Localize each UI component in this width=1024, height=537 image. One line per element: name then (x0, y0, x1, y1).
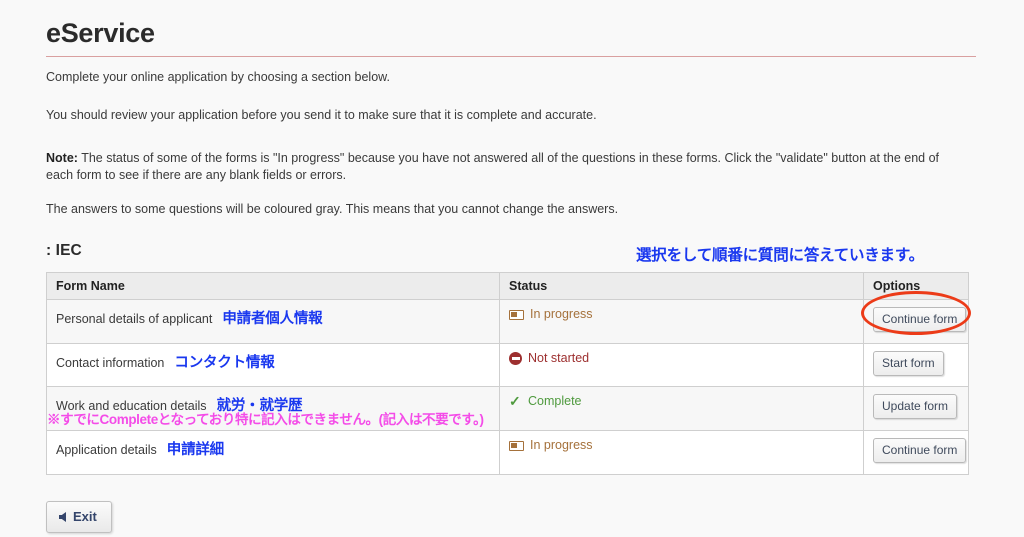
form-name-en: Contact information (56, 356, 165, 370)
form-name-en: Application details (56, 443, 157, 457)
form-name-en: Personal details of applicant (56, 312, 213, 326)
form-name-jp: 申請者個人情報 (222, 311, 323, 327)
column-header-form-name: Form Name (46, 272, 500, 300)
form-status-cell: In progress (499, 299, 864, 344)
form-name-jp: 申請詳細 (166, 442, 224, 458)
progress-bar-icon (509, 440, 524, 451)
page-title: eService (46, 18, 155, 48)
forms-table: Form Name Status Options Personal detail… (46, 272, 969, 475)
form-name-cell: Application details 申請詳細 (46, 430, 500, 475)
exit-button-label: Exit (73, 509, 97, 524)
status-badge: In progress (530, 438, 593, 452)
table-row: Work and education details 就労・就学歴 ※すでにCom… (46, 386, 969, 431)
table-header-row: Form Name Status Options (46, 272, 969, 300)
table-row: Application details 申請詳細 In progress Cont… (46, 430, 969, 475)
status-badge: Not started (528, 351, 590, 365)
form-options-cell: Continue form (863, 299, 969, 344)
annotation-blue-instruction: 選択をして順番に質問に答えていきます。 (636, 247, 924, 264)
form-name-jp: コンタクト情報 (174, 355, 275, 371)
page-content: eService Complete your online applicatio… (46, 0, 976, 533)
exit-button[interactable]: Exit (46, 501, 112, 533)
table-row: Personal details of applicant 申請者個人情報 In … (46, 299, 969, 344)
form-name-cell: Personal details of applicant 申請者個人情報 (46, 299, 500, 344)
form-options-cell: Continue form (863, 430, 969, 475)
column-header-options: Options (863, 272, 969, 300)
intro-note: Note: The status of some of the forms is… (46, 150, 964, 184)
table-row: Contact information コンタクト情報 Not started S… (46, 343, 969, 387)
intro-line-4: The answers to some questions will be co… (46, 202, 619, 216)
note-body: The status of some of the forms is "In p… (46, 151, 940, 182)
update-form-button[interactable]: Update form (873, 394, 958, 419)
annotation-pink-note: ※すでにCompleteとなっており特に記入はできません。(記入は不要です。) (47, 412, 484, 427)
footer-actions: Exit (46, 501, 976, 533)
note-label: Note: (46, 151, 78, 165)
form-status-cell: Not started (499, 343, 864, 387)
form-options-cell: Start form (863, 343, 969, 387)
form-name-cell: Contact information コンタクト情報 (46, 343, 500, 387)
arrow-left-icon (59, 511, 66, 522)
intro-line-2: You should review your application befor… (46, 108, 597, 122)
start-form-button[interactable]: Start form (873, 351, 944, 376)
form-options-cell: Update form (863, 386, 969, 431)
continue-form-button[interactable]: Continue form (873, 307, 967, 332)
form-status-cell: In progress (499, 430, 864, 475)
column-header-status: Status (499, 272, 864, 300)
continue-form-button[interactable]: Continue form (873, 438, 967, 463)
form-status-cell: ✓ Complete (499, 386, 864, 431)
intro-line-1: Complete your online application by choo… (46, 70, 390, 84)
form-name-cell: Work and education details 就労・就学歴 ※すでにCom… (46, 386, 500, 431)
status-badge: Complete (528, 394, 582, 408)
progress-bar-icon (509, 309, 524, 320)
no-entry-icon (509, 352, 522, 365)
page-root: eService Complete your online applicatio… (0, 0, 1024, 537)
title-divider (46, 56, 976, 57)
status-badge: In progress (530, 307, 593, 321)
check-icon: ✓ (509, 393, 521, 409)
